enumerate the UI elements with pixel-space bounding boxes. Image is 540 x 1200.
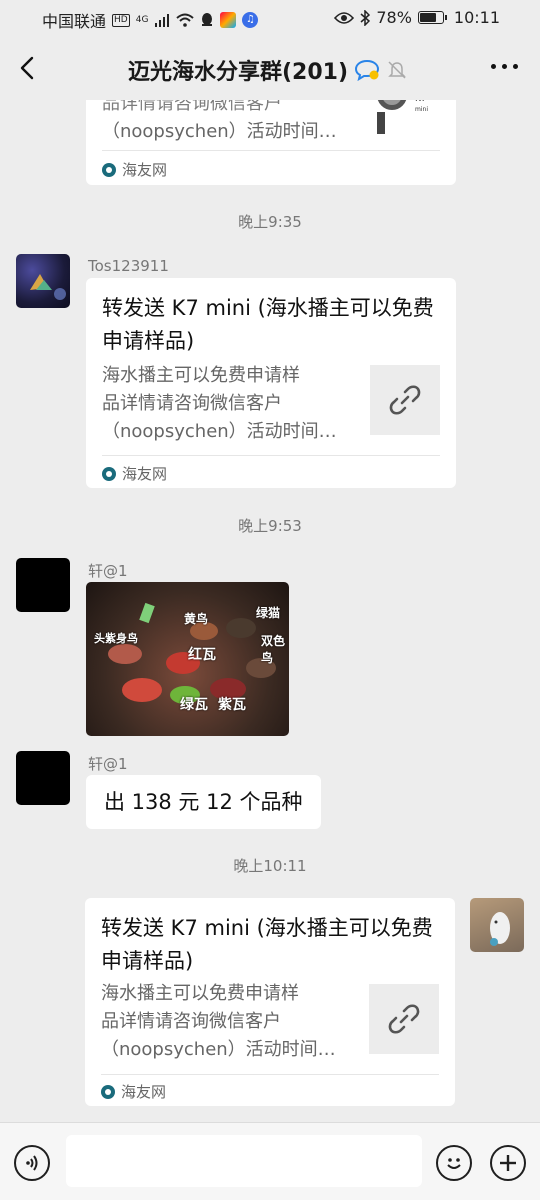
link-card[interactable]: 转发送 K7 mini (海水播主可以免费申请样品) 海水播主可以免费申请样 品…	[85, 898, 455, 1106]
timestamp: 晚上9:53	[238, 517, 302, 535]
back-button[interactable]	[14, 52, 44, 84]
group-chat-bubble-icon	[355, 59, 380, 82]
sender-name: Tos123911	[88, 257, 169, 275]
message-input[interactable]	[66, 1135, 422, 1187]
shared-photo[interactable]: 黄鸟 红瓦 绿猫 双色鸟 头紫身鸟 绿瓦 紫瓦	[86, 582, 289, 736]
thumb-text: K7	[415, 100, 427, 104]
chat-header: 迈光海水分享群(201)	[0, 36, 540, 100]
timestamp: 晚上10:11	[233, 857, 307, 875]
link-card[interactable]: 品详情请咨询微信客户 （noopsychen）活动时间… K7 mini 海友网	[86, 100, 456, 185]
source-name: 海友网	[121, 1083, 167, 1101]
coral-frag	[139, 602, 155, 624]
avatar[interactable]	[16, 254, 70, 308]
desc-line: 品详情请咨询微信客户	[102, 393, 282, 414]
link-card[interactable]: 转发送 K7 mini (海水播主可以免费申请样品) 海水播主可以免费申请样 品…	[86, 278, 456, 488]
sender-name: 轩@1	[88, 755, 128, 773]
qq-icon	[202, 13, 213, 26]
battery-icon	[417, 11, 447, 24]
plus-icon	[500, 1155, 516, 1171]
dot	[502, 64, 507, 69]
smiley-icon	[447, 1158, 461, 1169]
group-title: 迈光海水分享群(201)	[128, 60, 349, 85]
desc-line: （noopsychen）活动时间…	[101, 1039, 336, 1060]
chat-message-list[interactable]: 品详情请咨询微信客户 （noopsychen）活动时间… K7 mini 海友网…	[0, 100, 540, 1122]
message-input-bar	[0, 1122, 540, 1200]
link-icon	[389, 385, 421, 415]
photo-label: 红瓦	[188, 647, 216, 663]
more-options-button[interactable]	[491, 64, 518, 69]
coral-frag	[108, 644, 142, 664]
avatar-image-icon	[490, 912, 510, 946]
more-functions-button[interactable]	[490, 1145, 526, 1181]
source-name: 海友网	[122, 161, 168, 179]
network-gen-label: 4G	[135, 15, 149, 25]
eye-icon	[334, 11, 355, 24]
dot	[513, 64, 518, 69]
avatar[interactable]	[16, 558, 70, 612]
music-icon: ♫	[242, 12, 259, 28]
clock: 10:11	[453, 8, 500, 27]
sender-name: 轩@1	[88, 562, 128, 580]
coral-frag	[122, 678, 162, 702]
avatar[interactable]	[16, 751, 70, 805]
link-card-source: 海友网	[102, 159, 167, 180]
photo-label: 绿猫	[256, 606, 281, 620]
my-avatar[interactable]	[470, 898, 524, 952]
thumb-text: mini	[415, 106, 428, 113]
coral-frag	[226, 618, 256, 638]
emoji-button[interactable]	[436, 1145, 472, 1181]
photo-label: 绿瓦	[180, 697, 208, 713]
source-name: 海友网	[122, 465, 168, 483]
text-message[interactable]: 出 138 元 12 个品种	[86, 775, 321, 829]
link-card-title: 转发送 K7 mini (海水播主可以免费申请样品)	[102, 296, 434, 353]
photo-label: 双色鸟	[261, 634, 286, 665]
hd-icon: HD	[112, 13, 130, 27]
desc-line: 海水播主可以免费申请样	[101, 983, 299, 1004]
bluetooth-icon	[360, 9, 371, 26]
app-notification-icon	[220, 12, 237, 28]
card-divider	[102, 455, 440, 456]
link-thumbnail	[369, 984, 439, 1054]
desc-line: 品详情请咨询微信客户	[101, 1011, 281, 1032]
avatar-image-icon	[30, 274, 66, 300]
source-logo-icon	[102, 162, 116, 177]
voice-icon	[26, 1155, 38, 1171]
photo-label: 头紫身鸟	[94, 632, 138, 645]
desc-line: （noopsychen）活动时间…	[102, 421, 337, 442]
carrier-label: 中国联通	[42, 12, 107, 31]
source-logo-icon	[101, 1084, 115, 1099]
status-bar: 中国联通 HD 4G ♫ 78% 10:11	[0, 0, 540, 36]
link-card-source: 海友网	[102, 463, 167, 484]
desc-line: 海水播主可以免费申请样	[102, 365, 300, 386]
link-card-source: 海友网	[101, 1081, 166, 1102]
photo-label: 黄鸟	[184, 612, 209, 626]
photo-label: 紫瓦	[218, 697, 246, 713]
desc-line: 品详情请咨询微信客户	[102, 100, 282, 114]
desc-line: （noopsychen）活动时间…	[102, 121, 337, 142]
product-thumbnail: K7 mini	[371, 100, 441, 142]
card-divider	[102, 150, 440, 151]
link-icon	[388, 1004, 420, 1034]
card-divider	[101, 1074, 439, 1075]
chevron-left-icon	[20, 56, 34, 80]
voice-toggle-button[interactable]	[14, 1145, 50, 1181]
link-card-description: 海水播主可以免费申请样 品详情请咨询微信客户 （noopsychen）活动时间…	[102, 362, 357, 446]
mute-bell-icon	[388, 61, 406, 79]
link-card-title: 转发送 K7 mini (海水播主可以免费申请样品)	[101, 916, 433, 973]
signal-icon	[155, 14, 170, 27]
source-logo-icon	[102, 466, 116, 481]
wifi-icon	[176, 13, 195, 27]
link-thumbnail	[370, 365, 440, 435]
link-card-description: 品详情请咨询微信客户 （noopsychen）活动时间…	[102, 100, 357, 146]
dot	[491, 64, 496, 69]
battery-percent: 78%	[376, 8, 412, 27]
timestamp: 晚上9:35	[238, 213, 302, 231]
link-card-description: 海水播主可以免费申请样 品详情请咨询微信客户 （noopsychen）活动时间…	[101, 980, 356, 1064]
